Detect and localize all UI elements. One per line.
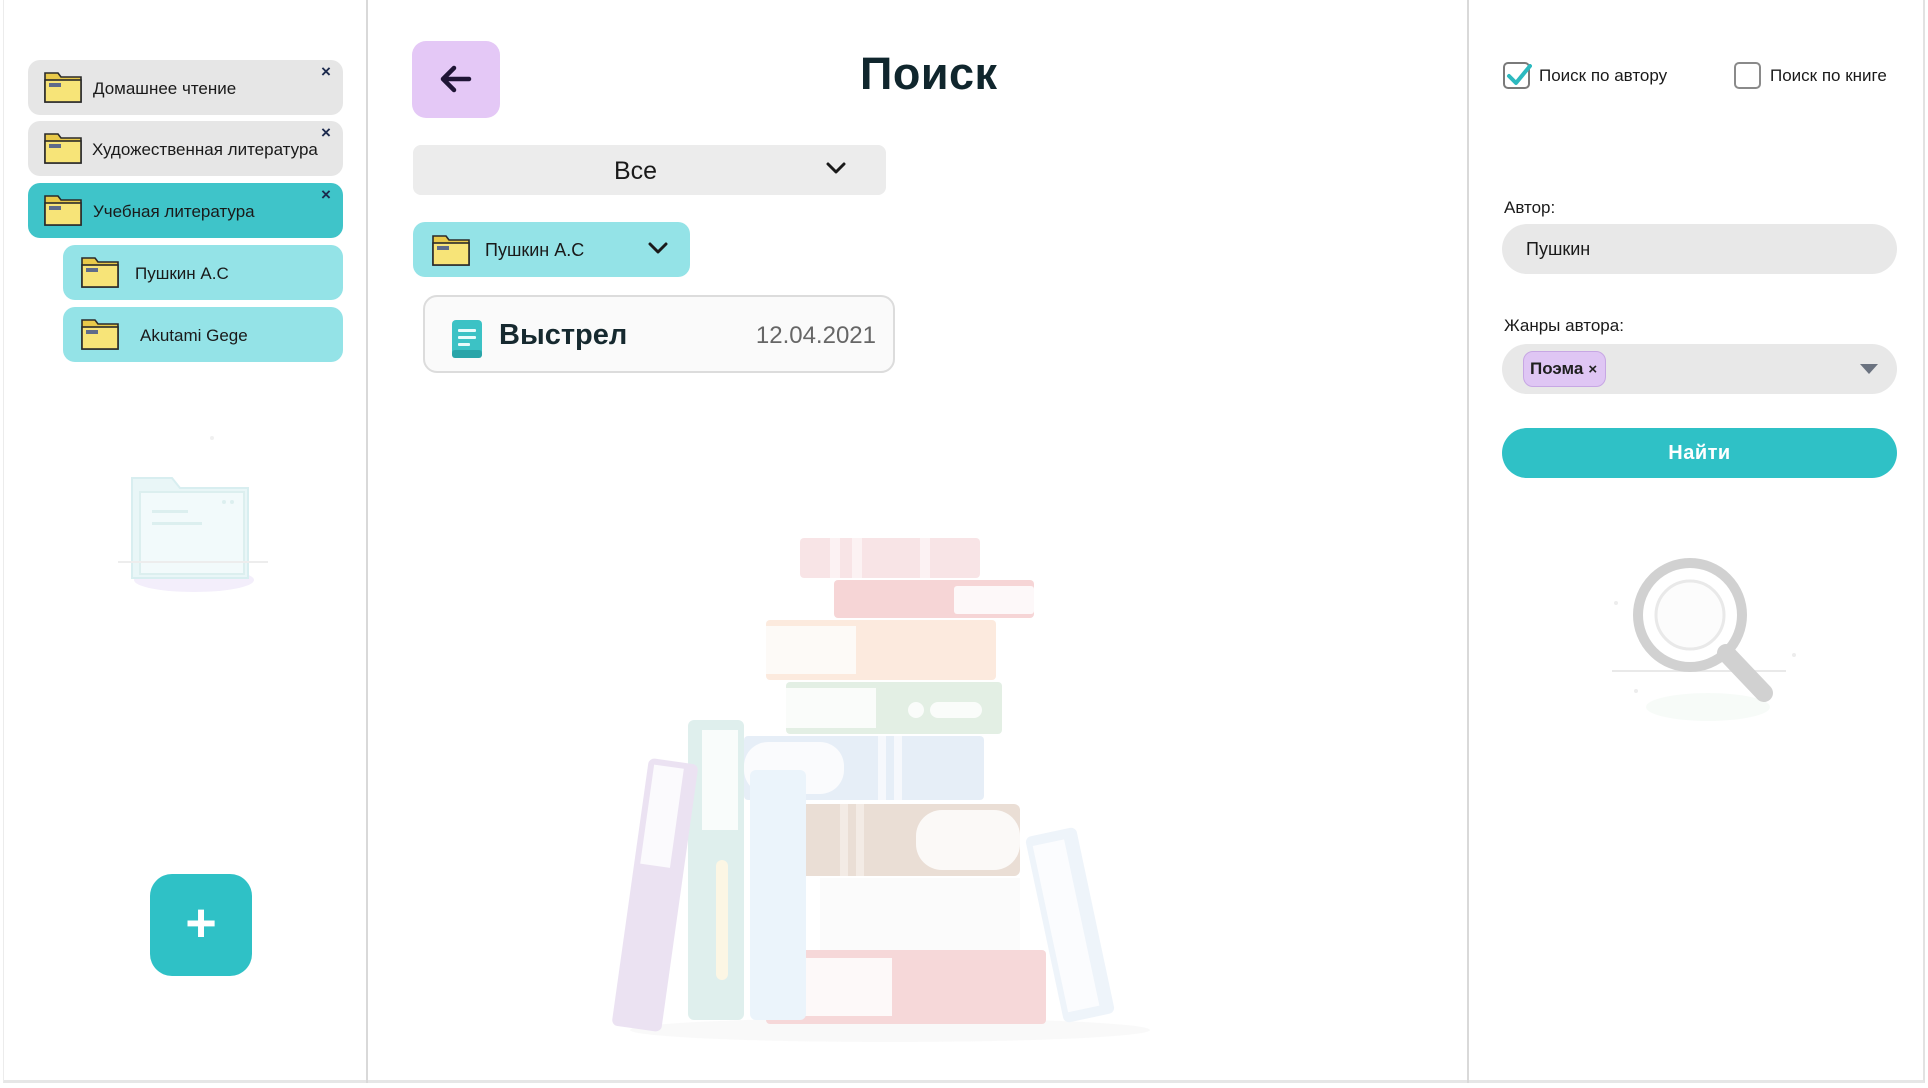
book-date: 12.04.2021 xyxy=(755,322,876,349)
folder-illustration xyxy=(118,436,268,592)
genre-tag: Поэма × xyxy=(1523,351,1607,387)
find-button[interactable]: Найти xyxy=(1502,428,1897,478)
book-icon xyxy=(452,320,482,358)
page-title: Поиск xyxy=(860,48,998,99)
app-window: Домашнее чтение × Художественная литерат… xyxy=(3,0,1925,1083)
genres-multiselect[interactable]: Поэма × xyxy=(1502,344,1897,394)
books-stack-illustration xyxy=(612,538,1150,1042)
main-content: Поиск Все Пушкин А.С Выстрел 12.04.2021 xyxy=(370,0,1469,1083)
book-title: Выстрел xyxy=(499,319,628,351)
folder-icon xyxy=(44,195,82,226)
checkbox-label: Поиск по автору xyxy=(1539,65,1668,85)
checkbox-box[interactable] xyxy=(1503,62,1532,89)
subfolder-label: Пушкин А.С xyxy=(135,264,229,283)
sidebar-folder-educational[interactable]: Учебная литература × xyxy=(28,183,343,238)
add-folder-button[interactable]: + xyxy=(150,874,252,976)
search-by-author-checkbox[interactable]: Поиск по автору xyxy=(1503,62,1667,89)
folder-icon xyxy=(44,72,82,103)
author-field-label: Автор: xyxy=(1504,198,1556,217)
checkbox-box[interactable] xyxy=(1734,62,1761,89)
close-icon[interactable]: × xyxy=(318,124,334,141)
genres-field-label: Жанры автора: xyxy=(1504,316,1624,335)
close-icon[interactable]: × xyxy=(318,186,334,203)
close-icon[interactable]: × xyxy=(318,63,334,80)
search-by-book-checkbox[interactable]: Поиск по книге xyxy=(1734,62,1887,89)
check-icon xyxy=(1507,64,1532,85)
folder-icon xyxy=(81,319,119,350)
author-input[interactable] xyxy=(1502,224,1897,274)
caret-down-icon xyxy=(1860,364,1878,374)
chevron-down-icon xyxy=(826,162,846,174)
remove-tag-icon[interactable]: × xyxy=(1588,361,1597,378)
folder-label: Учебная литература xyxy=(93,202,255,221)
sidebar-folder-home-reading[interactable]: Домашнее чтение × xyxy=(28,60,343,115)
chevron-down-icon xyxy=(648,242,668,254)
back-button[interactable] xyxy=(412,41,500,118)
sidebar-subfolder-pushkin[interactable]: Пушкин А.С xyxy=(63,245,343,300)
arrow-left-icon xyxy=(440,65,472,93)
author-folder-label: Пушкин А.С xyxy=(485,240,585,260)
author-folder-dropdown[interactable]: Пушкин А.С xyxy=(413,222,690,277)
subfolder-label: Akutami Gege xyxy=(140,326,248,345)
folder-label: Домашнее чтение xyxy=(93,79,237,98)
magnifier-illustration xyxy=(1612,558,1796,721)
sidebar: Домашнее чтение × Художественная литерат… xyxy=(4,0,368,1083)
search-panel: Поиск по автору Поиск по книге Автор: Жа… xyxy=(1471,0,1926,1083)
sidebar-folder-fiction[interactable]: Художественная литература × xyxy=(28,121,343,176)
category-select-value: Все xyxy=(613,157,658,185)
category-select[interactable]: Все xyxy=(413,145,886,195)
sidebar-subfolder-akutami[interactable]: Akutami Gege xyxy=(63,307,343,362)
checkbox-label: Поиск по книге xyxy=(1770,65,1887,85)
genre-tag-label: Поэма xyxy=(1530,359,1584,378)
folder-icon xyxy=(81,257,119,288)
folder-label: Художественная литература xyxy=(92,140,318,159)
book-result-card[interactable]: Выстрел 12.04.2021 xyxy=(423,295,895,373)
folder-icon xyxy=(432,235,470,266)
folder-icon xyxy=(44,133,82,164)
